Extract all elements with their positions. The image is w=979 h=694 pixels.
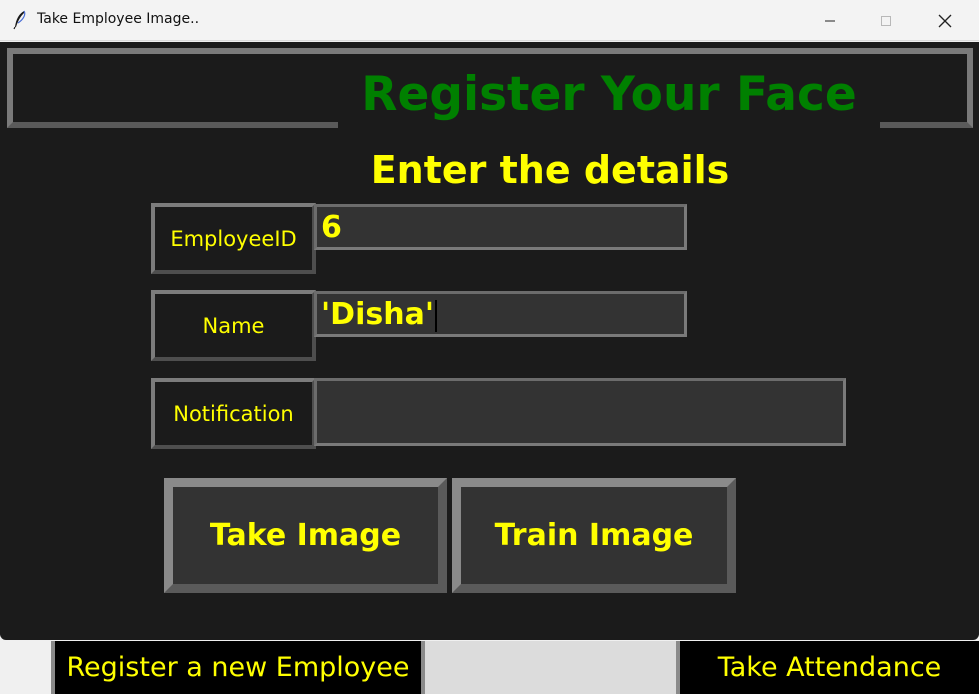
details-heading: Enter the details xyxy=(370,148,730,192)
take-attendance-button[interactable]: Take Attendance xyxy=(676,641,979,694)
notification-field[interactable] xyxy=(314,378,846,446)
close-icon xyxy=(938,14,952,27)
name-label: Name xyxy=(151,290,316,361)
close-button[interactable] xyxy=(917,0,973,41)
train-image-button[interactable]: Train Image xyxy=(452,478,736,593)
take-image-button[interactable]: Take Image xyxy=(164,478,447,593)
dialog-content: Register Your Face Enter the details Emp… xyxy=(0,42,979,640)
feather-icon xyxy=(13,10,26,30)
background-gap xyxy=(425,641,676,694)
name-field-value: 'Disha' xyxy=(321,297,435,332)
maximize-button[interactable] xyxy=(858,0,914,41)
minimize-button[interactable] xyxy=(802,0,858,41)
minimize-icon xyxy=(825,20,835,21)
employee-id-field[interactable]: 6 xyxy=(314,204,687,250)
employee-id-label: EmployeeID xyxy=(151,203,316,274)
maximize-icon xyxy=(881,15,891,26)
notification-label: Notification xyxy=(151,378,316,449)
name-field[interactable]: 'Disha' xyxy=(314,291,687,337)
page-title: Register Your Face xyxy=(338,60,880,130)
title-bar[interactable]: Take Employee Image.. xyxy=(0,0,979,41)
text-cursor xyxy=(435,299,438,332)
take-employee-image-dialog: Take Employee Image.. Register Your Face… xyxy=(0,0,979,640)
register-new-employee-button[interactable]: Register a new Employee xyxy=(51,641,425,694)
window-title: Take Employee Image.. xyxy=(37,11,200,27)
